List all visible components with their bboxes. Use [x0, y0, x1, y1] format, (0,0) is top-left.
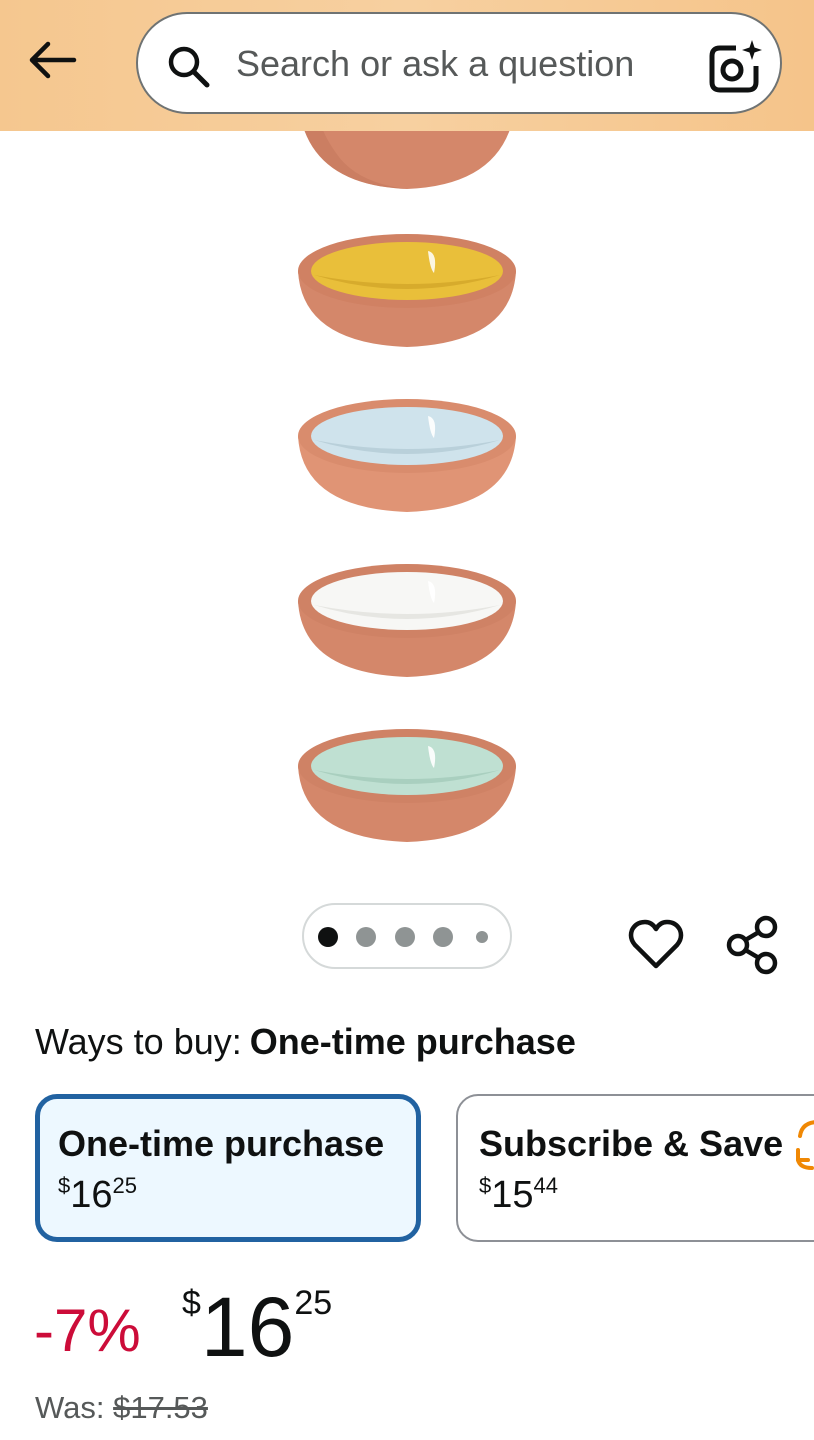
- subscribe-refresh-icon: [796, 1120, 814, 1170]
- option-title: Subscribe & Save: [479, 1123, 784, 1164]
- arrow-left-icon: [29, 41, 77, 79]
- option-price: $1544: [479, 1173, 558, 1217]
- price-symbol: $: [182, 1284, 201, 1322]
- was-price: Was: $17.53: [35, 1390, 208, 1426]
- ways-to-buy-heading: Ways to buy: One-time purchase: [35, 1018, 576, 1066]
- price-fraction: 44: [533, 1173, 559, 1198]
- pager-dot-active[interactable]: [318, 927, 338, 947]
- price-symbol: $: [58, 1173, 71, 1198]
- pager-dot[interactable]: [395, 927, 415, 947]
- share-icon[interactable]: [724, 914, 782, 976]
- camera-search-icon[interactable]: [706, 38, 764, 96]
- current-price: $1625: [182, 1282, 332, 1372]
- ways-to-buy-label: Ways to buy:: [35, 1021, 242, 1062]
- price-fraction: 25: [294, 1284, 333, 1322]
- price-whole: 16: [200, 1280, 295, 1374]
- price-whole: 16: [70, 1174, 113, 1216]
- option-title: One-time purchase: [58, 1123, 385, 1164]
- pager-dot-small[interactable]: [476, 931, 488, 943]
- heart-icon[interactable]: [628, 916, 684, 972]
- one-time-purchase-option[interactable]: One-time purchase $1625: [35, 1094, 421, 1242]
- product-image-bowl-white: [298, 564, 516, 677]
- was-label: Was:: [35, 1390, 105, 1425]
- pager-dot[interactable]: [433, 927, 453, 947]
- discount-percent: -7%: [34, 1297, 141, 1364]
- product-image-bowl-yellow: [298, 234, 516, 347]
- search-icon: [168, 46, 210, 88]
- price-fraction: 25: [112, 1173, 138, 1198]
- back-button[interactable]: [22, 34, 82, 86]
- option-price: $1625: [58, 1173, 137, 1217]
- top-search-bar: [0, 0, 814, 131]
- product-image-gallery[interactable]: [0, 131, 814, 871]
- image-pager[interactable]: [302, 903, 512, 969]
- pager-dot[interactable]: [356, 927, 376, 947]
- subscribe-save-option[interactable]: Subscribe & Save $1544: [456, 1094, 814, 1242]
- search-box[interactable]: [136, 12, 782, 114]
- product-image-bowl-mint: [298, 729, 516, 842]
- search-input[interactable]: [236, 40, 676, 88]
- ways-to-buy-selected: One-time purchase: [249, 1021, 576, 1062]
- was-price-value: $17.53: [113, 1390, 208, 1425]
- price-symbol: $: [479, 1173, 492, 1198]
- product-image-bowl-blue: [298, 399, 516, 512]
- product-image-bowl: [304, 131, 510, 189]
- price-whole: 15: [491, 1174, 534, 1216]
